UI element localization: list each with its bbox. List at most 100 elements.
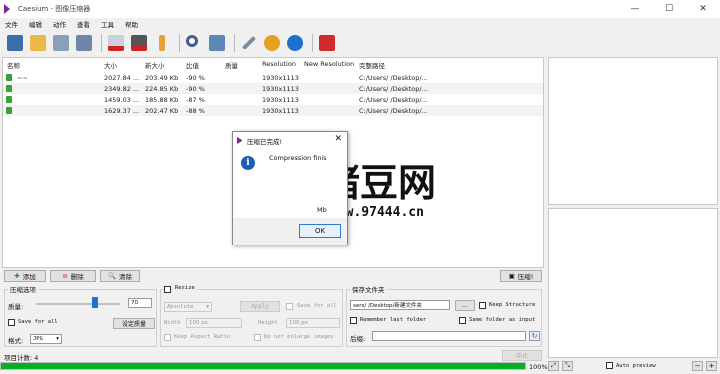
menu-file[interactable]: 文件 (5, 19, 18, 29)
no-enlarge-label: Do not enlarge images (264, 334, 334, 340)
remove-button[interactable]: ⊘ 删除 (50, 270, 96, 282)
table-row[interactable]: 1629.37 ... 202.47 Kb -88 % 1930x1113 C:… (3, 105, 543, 116)
column-header-new-size[interactable]: 新大小 (145, 60, 165, 70)
add-files-icon[interactable] (5, 33, 25, 53)
output-folder-input[interactable]: sers/ /Desktop/新建文件夹 (350, 300, 450, 310)
compressed-preview-pane (548, 208, 718, 358)
menu-help[interactable]: 帮助 (125, 19, 138, 29)
chevron-down-icon: ▾ (206, 304, 209, 310)
cell-resolution: 1930x1113 (262, 74, 299, 82)
cell-new-size: 203.49 Kb (145, 74, 179, 82)
zoom-in-icon[interactable]: + (706, 361, 717, 371)
apply-button[interactable]: Apply (240, 301, 280, 312)
format-select[interactable]: JPG ▾ (30, 334, 62, 344)
column-header-name[interactable]: 名称 (7, 60, 20, 70)
exit-icon[interactable] (317, 33, 337, 53)
quality-slider-thumb[interactable] (91, 297, 98, 308)
cell-new-size: 224.85 Kb (145, 85, 179, 93)
auto-preview-checkbox[interactable] (606, 362, 613, 369)
column-header-size[interactable]: 大小 (104, 60, 117, 70)
clear-list-icon[interactable] (129, 33, 149, 53)
compress-icon: ▣ (508, 272, 515, 280)
chevron-down-icon: ▾ (56, 336, 59, 342)
column-header-resolution[interactable]: Resolution (262, 60, 296, 68)
same-folder-checkbox[interactable] (459, 317, 466, 324)
menu-view[interactable]: 查看 (77, 19, 90, 29)
keep-structure-checkbox[interactable] (479, 302, 486, 309)
table-row[interactable]: 1459.03 ... 185.88 Kb -87 % 1930x1113 C:… (3, 94, 543, 105)
clean-icon[interactable] (152, 33, 172, 53)
cell-size: 1459.03 ... (104, 96, 140, 104)
no-entry-icon: ⊘ (62, 272, 68, 280)
column-header-full-path[interactable]: 完整路径 (359, 60, 385, 70)
settings-icon[interactable] (262, 33, 282, 53)
set-quality-button[interactable]: 设定质量 (113, 318, 155, 329)
column-header-new-resolution[interactable]: New Resolution (304, 60, 354, 68)
window-title: Caesium - 图像压缩器 (18, 5, 91, 13)
compress-button[interactable]: ▣ 压缩! (500, 270, 542, 282)
fit-to-window-icon[interactable]: ⤢ (548, 361, 559, 371)
browse-button[interactable]: ... (455, 300, 475, 311)
save-for-all-checkbox[interactable] (8, 319, 15, 326)
remember-folder-checkbox[interactable] (350, 317, 357, 324)
progress-bar (0, 362, 526, 370)
broom-icon: 🔍 (107, 272, 117, 280)
quality-slider-track[interactable] (36, 303, 120, 305)
cell-ratio: -90 % (186, 74, 205, 82)
clear-button[interactable]: 🔍 清除 (100, 270, 140, 282)
add-folder-icon[interactable] (28, 33, 48, 53)
cell-resolution: 1930x1113 (262, 96, 299, 104)
suffix-input[interactable] (372, 331, 526, 341)
cell-resolution: 1930x1113 (262, 107, 299, 115)
keep-aspect-checkbox[interactable] (164, 334, 171, 341)
quality-value: 70 (131, 300, 138, 306)
cell-size: 2027.84 ... (104, 74, 140, 82)
tools-icon[interactable] (239, 33, 259, 53)
cell-new-size: 202.47 Kb (145, 107, 179, 115)
dialog-close-button[interactable]: ✕ (334, 134, 342, 144)
actual-size-icon[interactable]: ⤡ (562, 361, 573, 371)
keep-aspect-label: Keep Aspect Ratio (174, 334, 231, 340)
save-icon[interactable] (51, 33, 71, 53)
close-window-button[interactable]: ✕ (686, 0, 720, 18)
cell-ratio: -88 % (186, 107, 205, 115)
cell-ratio: -87 % (186, 96, 205, 104)
cancel-button[interactable]: 中止 (502, 350, 542, 361)
table-row[interactable]: ~~ 2027.84 ... 203.49 Kb -90 % 1930x1113… (3, 72, 543, 83)
menu-edit[interactable]: 编辑 (29, 19, 42, 29)
menu-bar: 文件 编辑 动作 查看 工具 帮助 (0, 18, 720, 30)
zoom-icon[interactable] (184, 33, 204, 53)
add-button-label: 添加 (22, 273, 36, 281)
menu-tools[interactable]: 工具 (101, 19, 114, 29)
progress-fill (1, 363, 525, 369)
image-file-icon (6, 74, 12, 81)
zoom-out-icon[interactable]: − (692, 361, 703, 371)
remember-folder-label: Remember last folder (360, 317, 427, 323)
refresh-icon[interactable]: ↻ (529, 331, 540, 341)
quality-spinbox[interactable]: 70 (128, 298, 152, 308)
original-preview-pane (548, 57, 718, 205)
minimize-button[interactable]: — (618, 0, 652, 18)
export-icon[interactable] (74, 33, 94, 53)
resize-mode-select[interactable]: Absolute ▾ (164, 302, 212, 312)
cell-new-size: 185.88 Kb (145, 96, 179, 104)
height-value: 100 px (289, 320, 308, 326)
info-icon[interactable] (285, 33, 305, 53)
column-header-quality[interactable]: 质量 (225, 60, 238, 70)
preview-icon[interactable] (207, 33, 227, 53)
remove-icon[interactable] (106, 33, 126, 53)
resize-checkbox[interactable] (164, 286, 171, 293)
height-label: Height (258, 320, 278, 326)
menu-action[interactable]: 动作 (53, 19, 66, 29)
no-enlarge-checkbox[interactable] (254, 334, 261, 341)
compression-complete-dialog: 压缩已完成! ✕ i Compression finis Mb OK (232, 131, 348, 245)
resize-save-for-all-checkbox[interactable] (286, 303, 293, 310)
column-header-ratio[interactable]: 比值 (186, 60, 199, 70)
maximize-button[interactable]: ☐ (652, 0, 686, 18)
height-spinbox[interactable]: 100 px (286, 318, 340, 328)
table-row[interactable]: 2349.82 ... 224.85 Kb -90 % 1930x1113 C:… (3, 83, 543, 94)
caesium-logo-icon (4, 4, 14, 14)
width-spinbox[interactable]: 100 px (186, 318, 242, 328)
add-button[interactable]: ✚ 添加 (4, 270, 46, 282)
ok-button[interactable]: OK (299, 224, 341, 238)
